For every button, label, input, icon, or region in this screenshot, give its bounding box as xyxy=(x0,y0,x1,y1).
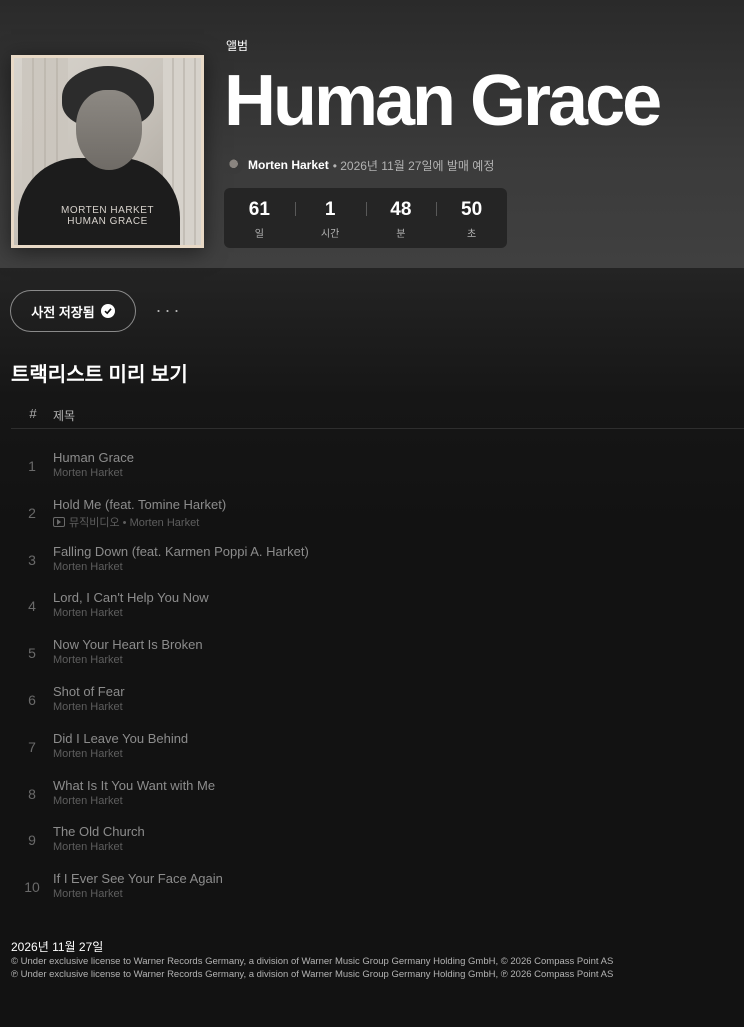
track-row[interactable]: 5 Now Your Heart Is Broken Morten Harket xyxy=(11,633,744,680)
track-artist: Morten Harket xyxy=(53,888,123,901)
track-number: 9 xyxy=(28,832,36,849)
track-row[interactable]: 3 Falling Down (feat. Karmen Poppi A. Ha… xyxy=(11,540,744,587)
copyright-text: © Under exclusive license to Warner Reco… xyxy=(11,956,614,967)
track-artist: Morten Harket xyxy=(53,700,123,713)
track-title: What Is It You Want with Me xyxy=(53,777,216,793)
countdown-seconds: 50 초 xyxy=(436,188,507,248)
countdown-minutes-value: 48 xyxy=(390,199,412,220)
countdown-minutes: 48 분 xyxy=(365,188,437,248)
track-title: Did I Leave You Behind xyxy=(53,730,189,746)
track-title: Lord, I Can't Help You Now xyxy=(53,590,209,606)
music-video-icon xyxy=(53,516,65,527)
track-number: 6 xyxy=(28,691,36,708)
track-title: Human Grace xyxy=(53,450,134,465)
column-number-header: # xyxy=(29,406,37,421)
track-title: Shot of Fear xyxy=(53,683,125,699)
column-title-header: 제목 xyxy=(53,409,76,423)
track-number: 8 xyxy=(28,785,36,802)
phonographic-copyright-text: ℗ Under exclusive license to Warner Reco… xyxy=(11,969,614,980)
artist-avatar[interactable] xyxy=(226,156,243,174)
check-circle-icon xyxy=(100,304,115,318)
countdown-days: 61 일 xyxy=(224,188,295,248)
release-date: 2026년 11월 27일 xyxy=(11,940,104,954)
countdown-hours: 1 시간 xyxy=(294,188,366,248)
tracklist-header: # 제목 xyxy=(11,402,744,429)
track-artist: Morten Harket xyxy=(53,654,123,667)
presave-label: 사전 저장됨 xyxy=(31,304,95,320)
track-artist: 뮤직비디오 • Morten Harket xyxy=(53,514,199,530)
track-row[interactable]: 4 Lord, I Can't Help You Now Morten Hark… xyxy=(11,586,744,633)
tracklist-title: 트랙리스트 미리 보기 xyxy=(11,364,188,386)
track-title: Falling Down (feat. Karmen Poppi A. Hark… xyxy=(53,543,309,559)
track-artist: Morten Harket xyxy=(53,747,123,760)
track-row[interactable]: 7 Did I Leave You Behind Morten Harket xyxy=(11,727,744,774)
countdown-hours-unit: 시간 xyxy=(320,229,340,240)
track-row[interactable]: 2 Hold Me (feat. Tomine Harket) 뮤직비디오 • … xyxy=(11,493,744,540)
artist-row: Morten Harket • 2026년 11월 27일에 발매 예정 xyxy=(226,156,494,174)
countdown-seconds-value: 50 xyxy=(461,199,483,220)
track-artist: Morten Harket xyxy=(53,607,123,620)
track-row[interactable]: 6 Shot of Fear Morten Harket xyxy=(11,680,744,727)
album-title: Human Grace xyxy=(224,61,662,141)
cover-artist-text: MORTEN HARKET xyxy=(61,205,154,216)
track-number: 5 xyxy=(28,645,36,662)
album-cover: MORTEN HARKET HUMAN GRACE xyxy=(11,55,204,248)
countdown-days-value: 61 xyxy=(248,199,270,220)
cover-title-text: HUMAN GRACE xyxy=(67,216,148,227)
countdown-minutes-unit: 분 xyxy=(396,229,406,240)
track-row[interactable]: 10 If I Ever See Your Face Again Morten … xyxy=(11,867,744,914)
track-number: 3 xyxy=(28,551,36,568)
track-artist: Morten Harket xyxy=(53,794,123,807)
track-number: 2 xyxy=(28,504,36,521)
track-artist: Morten Harket xyxy=(53,467,123,479)
track-number: 7 xyxy=(28,738,36,755)
track-number: 1 xyxy=(28,458,36,474)
presave-button[interactable]: 사전 저장됨 xyxy=(10,290,136,332)
track-title: The Old Church xyxy=(53,824,145,840)
countdown-hours-value: 1 xyxy=(324,199,336,220)
track-title: If I Ever See Your Face Again xyxy=(53,871,223,887)
more-options-button[interactable]: ··· xyxy=(154,300,184,322)
track-number: 4 xyxy=(28,598,36,615)
track-row[interactable]: 8 What Is It You Want with Me Morten Har… xyxy=(11,774,744,821)
album-type-label: 앨범 xyxy=(226,39,249,53)
track-row[interactable]: 9 The Old Church Morten Harket xyxy=(11,820,744,867)
track-title: Hold Me (feat. Tomine Harket) xyxy=(53,496,227,512)
countdown-days-unit: 일 xyxy=(254,229,264,240)
track-list: 1 Human Grace Morten Harket 2 Hold Me (f… xyxy=(11,446,744,914)
track-artist: Morten Harket xyxy=(53,841,123,854)
track-title: Now Your Heart Is Broken xyxy=(53,637,203,653)
release-info: • 2026년 11월 27일에 발매 예정 xyxy=(332,158,495,173)
track-row[interactable]: 1 Human Grace Morten Harket xyxy=(11,446,744,493)
track-number: 10 xyxy=(24,879,40,896)
release-countdown: 61 일 1 시간 48 분 50 초 xyxy=(224,188,507,248)
countdown-seconds-unit: 초 xyxy=(467,229,477,240)
track-artist: Morten Harket xyxy=(53,560,123,573)
artist-link[interactable]: Morten Harket xyxy=(248,158,329,172)
